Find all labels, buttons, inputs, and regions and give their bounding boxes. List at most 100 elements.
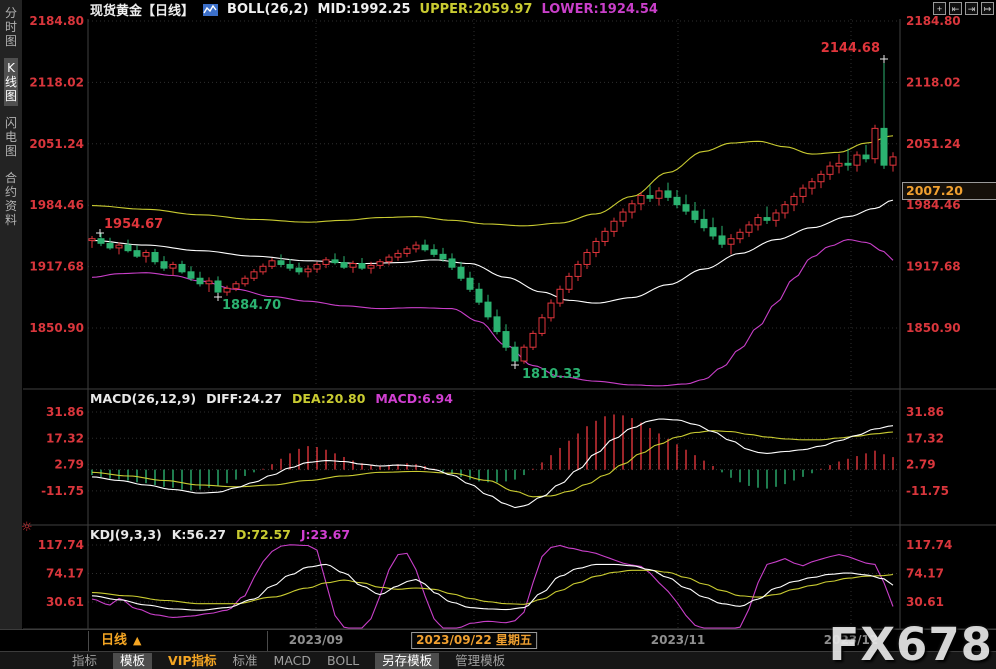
tab-模板[interactable]: 模板 [113,652,153,669]
period-selector[interactable]: 日线 ▲ [88,631,268,651]
chart-type-sidebar: 分时图 K线图 闪电图 合约资料 [0,0,22,651]
axis-tick-left: 117.74 [38,538,84,552]
candle-body [556,288,564,304]
candle-body [700,218,708,229]
candle-body [619,211,627,222]
candle-body [403,248,411,254]
candle-body [655,190,663,199]
candle-body [286,263,294,269]
pan-icon[interactable]: + [933,2,946,15]
candle-body [169,263,177,269]
candle-body [682,204,690,212]
tab-VIP指标[interactable]: VIP指标 [168,653,217,669]
axis-tick-left: 2051.24 [29,137,84,151]
indicator-settings-icon[interactable]: ☼ [21,520,33,535]
candle-body [772,212,780,221]
macd-diff-value: DIFF:24.27 [206,391,283,406]
candle-body [808,181,816,189]
candle-body [592,240,600,254]
candle-body [340,262,348,268]
jump-latest-icon[interactable]: ↦ [981,2,994,15]
axis-tick-right: 1917.68 [906,260,961,274]
tab-MACD[interactable]: MACD [274,653,311,669]
candle-body [205,280,213,285]
candle-body [484,301,492,318]
candle-body [331,259,339,264]
candle-body [754,217,762,226]
trading-app-window: 2184.80 2184.80 2118.02 2118.02 2051.24 2051.… [0,0,996,669]
shift-left-icon[interactable]: ⇤ [949,2,962,15]
shift-right-icon[interactable]: ⇥ [965,2,978,15]
kdj-d-value: D:72.57 [235,527,291,542]
boll-lower-line [91,239,894,387]
candle-body [718,235,726,245]
candle-body [709,227,717,237]
sidebar-item-contract-info[interactable]: 合约资料 [4,168,18,230]
kdj-j-value: J:23.67 [300,527,351,542]
tab-管理模板[interactable]: 管理模板 [455,653,505,669]
candle-body [727,238,735,245]
tab-标准[interactable]: 标准 [233,653,258,669]
axis-tick-right: 30.61 [906,595,944,609]
axis-tick-right: 1850.90 [906,321,961,335]
candle-body [835,162,843,167]
axis-tick-left: 1850.90 [29,321,84,335]
axis-tick-right: 1984.46 [906,198,961,212]
candle-body [736,231,744,240]
tab-指标[interactable]: 指标 [72,653,97,669]
candle-body [115,244,123,249]
sidebar-item-lightning[interactable]: 闪电图 [4,113,18,161]
axis-tick-left: 31.86 [46,405,84,419]
chart-toolbar: + ⇤ ⇥ ↦ [933,2,994,15]
axis-tick-left: -11.75 [41,484,84,498]
candle-body [322,259,330,265]
candle-body [277,260,285,265]
candle-body [853,154,861,166]
candle-body [214,280,222,293]
candle-body [367,264,375,269]
macd-diff-line [91,418,894,509]
candle-body [673,196,681,206]
candle-body [385,256,393,263]
chart-canvas: 2184.80 2184.80 2118.02 2118.02 2051.24 2051.… [23,14,996,630]
chart-header: 现货黄金【日线】 BOLL(26,2) MID:1992.25 UPPER:20… [90,1,658,19]
candle-body [745,224,753,233]
candle-body [601,230,609,242]
candle-body [151,252,159,263]
candle-body [412,244,420,250]
boll-lower-value: LOWER:1924.54 [541,2,658,17]
candle-body [457,266,465,279]
candle-body [817,173,825,183]
axis-tick-left: 2118.02 [29,75,84,89]
chevron-up-icon: ▲ [133,634,142,647]
kdj-panel-header: KDJ(9,3,3) K:56.27 D:72.57 J:23.67 [90,527,350,542]
candle-body [844,162,852,166]
candle-body [574,263,582,277]
candle-body [196,277,204,285]
price-annotation: 2144.68 [821,41,880,56]
sidebar-item-timeshare[interactable]: 分时图 [4,3,18,51]
candle-body [124,244,132,252]
axis-tick-right: 2118.02 [906,75,961,89]
candle-body [763,217,771,221]
candle-body [664,190,672,198]
axis-tick-right: 31.86 [906,405,944,419]
kdj-k-value: K:56.27 [171,527,226,542]
axis-tick-left: 1917.68 [29,260,84,274]
tab-另存模板[interactable]: 另存模板 [375,652,440,669]
last-price-badge: 2007.20 [902,182,996,200]
tab-BOLL[interactable]: BOLL [327,653,359,669]
fx678-watermark: FX678 [828,618,993,669]
sidebar-item-kline[interactable]: K线图 [4,58,18,106]
period-label: 日线 [101,633,128,648]
kline-chart-icon[interactable] [203,3,219,16]
candle-body [628,203,636,213]
price-annotation: 1884.70 [222,298,281,313]
candle-body [583,252,591,265]
axis-tick-right: 2051.24 [906,137,961,151]
axis-tick-right: 2184.80 [906,14,961,28]
time-axis-label: 2023/11 [650,633,706,647]
axis-tick-left: 1984.46 [29,198,84,212]
macd-indicator-label: MACD(26,12,9) [90,391,197,406]
boll-indicator-label: BOLL(26,2) [227,2,309,17]
